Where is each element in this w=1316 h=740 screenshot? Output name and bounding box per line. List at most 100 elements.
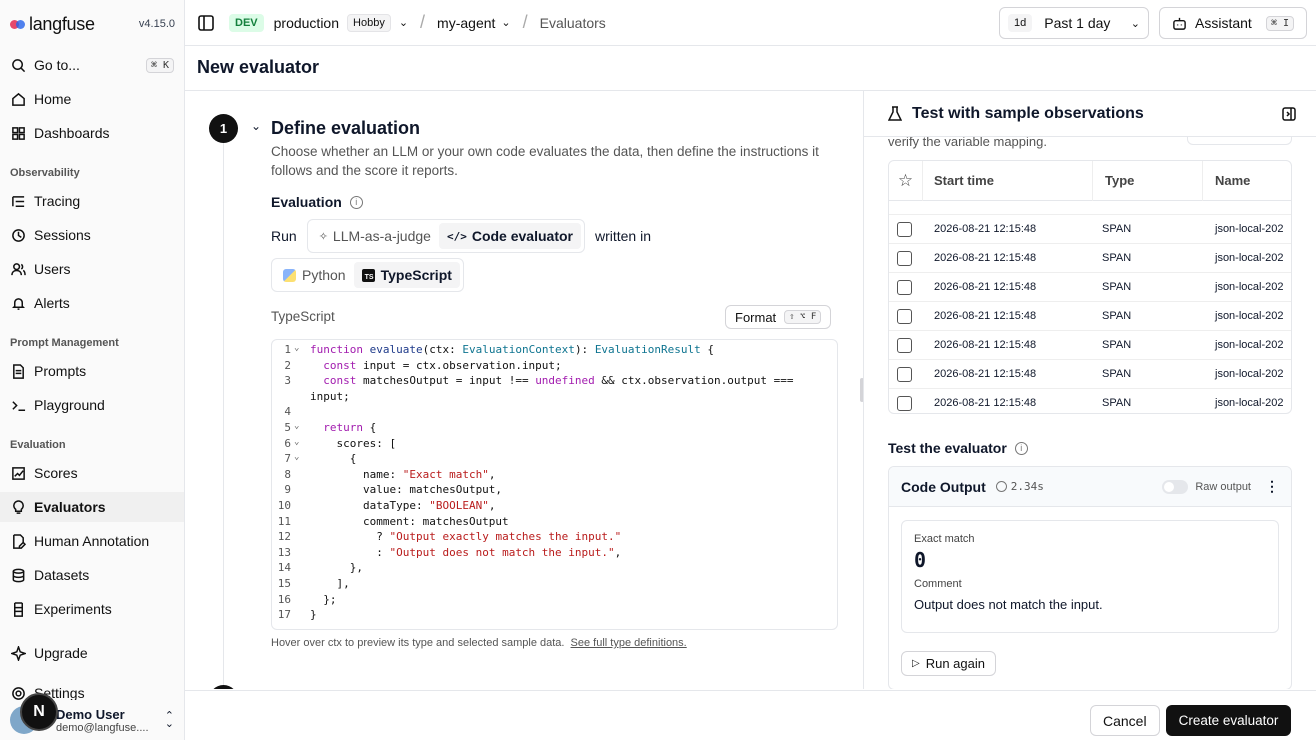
row-checkbox[interactable] bbox=[897, 250, 912, 266]
user-email: demo@langfuse.... bbox=[56, 721, 149, 734]
table-row[interactable]: 2026-08-21 12:15:48 SPAN json-local-202 bbox=[889, 330, 1291, 359]
sidebar-item-datasets[interactable]: Datasets bbox=[0, 560, 184, 590]
sparkles-icon: ✧ bbox=[318, 230, 328, 243]
row-name: json-local-202 bbox=[1215, 252, 1284, 264]
fold-chevron-icon[interactable]: ⌄ bbox=[294, 421, 299, 431]
line-number: 14 bbox=[277, 561, 291, 575]
time-range-selector[interactable]: 1d Past 1 day ⌄ bbox=[999, 7, 1149, 39]
section-prompt-management: Prompt Management bbox=[10, 337, 119, 349]
sidebar-item-prompts[interactable]: Prompts bbox=[0, 356, 184, 386]
row-checkbox[interactable] bbox=[897, 221, 912, 237]
assistant-button[interactable]: Assistant ⌘ I bbox=[1159, 7, 1307, 39]
row-name: json-local-202 bbox=[1215, 397, 1284, 409]
row-type: SPAN bbox=[1102, 252, 1132, 264]
code-line: 2 const input = ctx.observation.input; bbox=[272, 359, 837, 375]
table-row[interactable]: 2026-08-21 12:15:48 SPAN json-local-202 bbox=[889, 214, 1291, 243]
sidebar-item-upgrade[interactable]: Upgrade bbox=[0, 638, 184, 668]
sidebar-item-label: Scores bbox=[34, 465, 78, 481]
code-text: { bbox=[310, 452, 357, 466]
sidebar-item-evaluators[interactable]: Evaluators bbox=[0, 492, 184, 522]
code-line: 1 ⌄ function evaluate(ctx: EvaluationConte… bbox=[272, 343, 837, 359]
chevron-down-icon: ⌄ bbox=[1130, 17, 1140, 30]
breadcrumb-separator: / bbox=[420, 12, 426, 32]
sidebar-item-label: Upgrade bbox=[34, 645, 88, 661]
more-vertical-icon[interactable]: ⋮ bbox=[1265, 478, 1279, 495]
sidebar-item-human-annotation[interactable]: Human Annotation bbox=[0, 526, 184, 556]
code-text: input; bbox=[310, 389, 350, 403]
timer-icon bbox=[995, 481, 1007, 492]
python-icon bbox=[283, 268, 296, 282]
sidebar-item-users[interactable]: Users bbox=[0, 254, 184, 284]
mode-llm-button[interactable]: ✧ LLM-as-a-judge bbox=[311, 223, 439, 249]
create-evaluator-button[interactable]: Create evaluator bbox=[1166, 705, 1291, 736]
table-row[interactable]: 2026-08-21 12:15:48 SPAN json-local-202 bbox=[889, 243, 1291, 272]
row-type: SPAN bbox=[1102, 368, 1132, 380]
row-checkbox[interactable] bbox=[897, 366, 912, 382]
code-editor[interactable]: 1 ⌄ function evaluate(ctx: EvaluationConte… bbox=[271, 339, 838, 630]
mode-toggle: ✧ LLM-as-a-judge </> Code evaluator bbox=[306, 219, 585, 253]
comment-value: Output does not match the input. bbox=[914, 597, 1103, 612]
sidebar-item-playground[interactable]: Playground bbox=[0, 390, 184, 420]
lightbulb-icon bbox=[10, 499, 26, 515]
chevron-down-icon[interactable]: ⌄ bbox=[251, 119, 261, 133]
raw-output-toggle[interactable] bbox=[1162, 479, 1189, 494]
code-text: scores: [ bbox=[310, 436, 397, 450]
code-line: 8 name: "Exact match", bbox=[272, 468, 837, 484]
mode-code-button[interactable]: </> Code evaluator bbox=[438, 223, 581, 249]
table-row[interactable]: 2026-08-21 12:15:48 SPAN json-local-202 bbox=[889, 301, 1291, 330]
row-start-time: 2026-08-21 12:15:48 bbox=[934, 339, 1037, 351]
table-row[interactable]: 2026-08-21 12:15:48 SPAN json-local-202 bbox=[889, 388, 1291, 413]
agent-selector[interactable]: my-agent ⌄ bbox=[437, 15, 511, 31]
code-line: 4 bbox=[272, 405, 837, 421]
column-start-time[interactable]: Start time bbox=[923, 161, 1093, 201]
fold-chevron-icon[interactable]: ⌄ bbox=[294, 343, 299, 353]
line-number: 9 bbox=[284, 483, 291, 497]
column-type[interactable]: Type bbox=[1093, 161, 1203, 201]
project-selector[interactable]: production Hobby ⌄ bbox=[273, 13, 408, 32]
line-number: 3 bbox=[284, 374, 291, 388]
sidebar-item-scores[interactable]: Scores bbox=[0, 458, 184, 488]
project-name: production bbox=[273, 14, 340, 31]
format-button[interactable]: Format ⇧ ⌥ F bbox=[725, 305, 832, 329]
section-evaluation: Evaluation bbox=[10, 439, 66, 451]
sidebar-item-sessions[interactable]: Sessions bbox=[0, 220, 184, 250]
row-type: SPAN bbox=[1102, 397, 1132, 409]
fold-chevron-icon[interactable]: ⌄ bbox=[294, 452, 299, 462]
fold-chevron-icon[interactable]: ⌄ bbox=[294, 437, 299, 447]
cancel-button[interactable]: Cancel bbox=[1090, 705, 1160, 736]
row-checkbox[interactable] bbox=[897, 308, 912, 324]
logo-row[interactable]: langfuse v4.15.0 bbox=[10, 12, 175, 36]
sidebar-item-experiments[interactable]: Experiments bbox=[0, 594, 184, 624]
goto-button[interactable]: Go to... ⌘ K bbox=[0, 50, 184, 80]
step-description-1: Choose whether an LLM or your own code e… bbox=[271, 144, 819, 159]
search-icon bbox=[10, 57, 26, 73]
assistant-label: Assistant bbox=[1195, 15, 1252, 31]
row-checkbox[interactable] bbox=[897, 395, 912, 411]
row-checkbox[interactable] bbox=[897, 337, 912, 353]
table-row[interactable]: 2026-08-21 12:15:48 SPAN json-local-202 bbox=[889, 272, 1291, 301]
sidebar-item-dashboards[interactable]: Dashboards bbox=[0, 118, 184, 148]
star-icon[interactable]: ☆ bbox=[889, 161, 923, 201]
panel-collapse-icon[interactable] bbox=[1281, 106, 1297, 122]
info-icon[interactable]: i bbox=[349, 195, 363, 209]
sidebar-item-label: Experiments bbox=[34, 601, 112, 617]
sidebar-toggle-icon[interactable] bbox=[197, 14, 215, 32]
lang-ts-button[interactable]: TS TypeScript bbox=[353, 262, 460, 288]
type-definitions-link[interactable]: See full type definitions. bbox=[571, 637, 687, 649]
column-name[interactable]: Name bbox=[1203, 173, 1250, 188]
info-icon[interactable]: i bbox=[1014, 441, 1028, 455]
lang-python-button[interactable]: Python bbox=[275, 262, 354, 288]
table-row[interactable]: 2026-08-21 12:15:48 SPAN json-local-202 bbox=[889, 359, 1291, 388]
row-checkbox[interactable] bbox=[897, 279, 912, 295]
sidebar-item-alerts[interactable]: Alerts bbox=[0, 288, 184, 318]
line-number: 7 bbox=[284, 452, 291, 466]
database-icon bbox=[10, 567, 26, 583]
time-range-short: 1d bbox=[1008, 14, 1033, 32]
row-name: json-local-202 bbox=[1215, 339, 1284, 351]
sidebar-item-tracing[interactable]: Tracing bbox=[0, 186, 184, 216]
format-label: Format bbox=[735, 309, 777, 325]
code-line: 17} bbox=[272, 608, 837, 624]
run-again-button[interactable]: ▷ Run again bbox=[901, 651, 996, 676]
sidebar-item-home[interactable]: Home bbox=[0, 84, 184, 114]
dev-tools-bubble[interactable]: N bbox=[20, 693, 58, 731]
